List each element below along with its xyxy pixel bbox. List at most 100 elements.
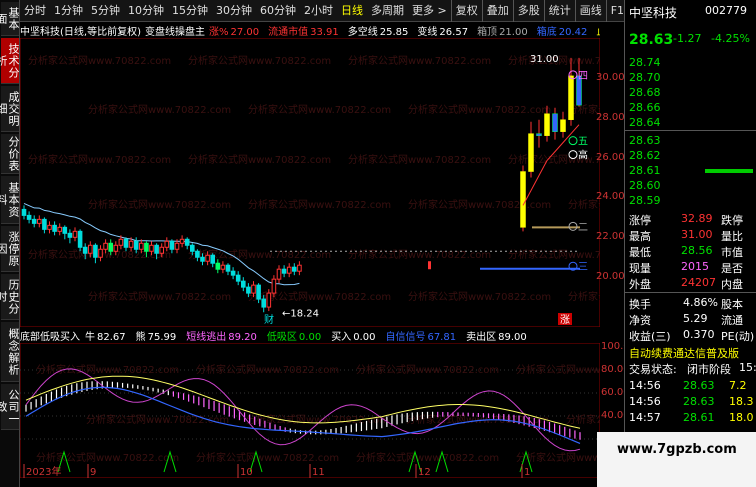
notice-row[interactable]: 自动续费通达信普及版	[625, 345, 756, 361]
watermark-text: 分析家公式网www.70822.com	[248, 198, 391, 211]
sub-chart-header: 底部低吸买入 牛 82.67 熊 75.99 短线逃出 89.20 低吸区 0.00 买入 0.0…	[20, 327, 600, 343]
price-tick: 20.00	[596, 271, 625, 282]
left-tab-0[interactable]: 基本面	[0, 2, 20, 36]
order-row-sell[interactable]: 28.70	[625, 71, 756, 85]
period-tab-5[interactable]: 30分钟	[212, 0, 256, 22]
watermark-text: 分析家公式网www.70822.com	[508, 248, 600, 261]
header-item-label: 箱底	[536, 26, 557, 38]
trade-state: 闭市阶段	[687, 363, 731, 376]
header-item-label: 涨%	[208, 26, 229, 38]
period-tab-6[interactable]: 60分钟	[256, 0, 300, 22]
stats-key-2: 股本	[721, 298, 743, 311]
quote-key-2: 市值	[721, 246, 743, 259]
notice-text[interactable]: 自动续费通达信普及版	[629, 345, 739, 361]
order-price: 28.64	[629, 116, 661, 129]
header-item-0: 涨% 27.00	[209, 27, 263, 38]
watermark-text: 分析家公式网www.70822.com	[408, 198, 551, 211]
order-price: 28.70	[629, 71, 661, 84]
sub-chart[interactable]: 分析家公式网www.70822.com 分析家公式网www.70822.com 分析…	[20, 343, 600, 478]
tick-volume: 7.2	[729, 379, 747, 392]
price-change: -1.27	[673, 32, 702, 45]
period-tab-7[interactable]: 2小时	[300, 0, 337, 22]
order-row-sell[interactable]: 28.68	[625, 86, 756, 100]
left-tab-6[interactable]: 历史分时	[0, 274, 20, 320]
header-item-value: 26.57	[439, 26, 469, 38]
toolbar-action-4[interactable]: 画线	[574, 0, 606, 22]
quote-key: 外盘	[629, 278, 651, 291]
order-price: 28.62	[629, 149, 661, 162]
date-tick: 11	[309, 464, 325, 478]
chart-title: 中坚科技(日线,等比前复权)	[20, 26, 141, 38]
period-tab-2[interactable]: 5分钟	[87, 0, 124, 22]
quote-value: 31.00	[681, 228, 713, 241]
sub-item-1: 熊 75.99	[136, 332, 182, 343]
order-row-buy[interactable]: 28.63	[625, 134, 756, 148]
stats-row: 收益(三) 0.370 PE(动)	[625, 328, 756, 343]
tick-time: 14:56	[629, 395, 661, 408]
period-tab-8[interactable]: 日线	[337, 0, 367, 22]
svg-text:五: 五	[578, 137, 588, 148]
indicator-name[interactable]: 变盘线操盘主	[145, 23, 205, 38]
toolbar-action-2[interactable]: 多股	[512, 0, 544, 22]
period-tab-1[interactable]: 1分钟	[50, 0, 87, 22]
toolbar-action-0[interactable]: 复权	[450, 0, 482, 22]
period-tab-4[interactable]: 15分钟	[168, 0, 212, 22]
sub-item-3: 低吸区 0.00	[267, 332, 326, 343]
left-tab-4[interactable]: 基本资料	[0, 176, 20, 224]
watermark-text: 分析家公式网www.70822.com	[36, 451, 179, 464]
header-item-label: 箱顶	[477, 26, 498, 38]
toolbar-action-1[interactable]: 叠加	[481, 0, 513, 22]
period-tab-3[interactable]: 10分钟	[124, 0, 168, 22]
left-tab-2[interactable]: 成交明细	[0, 86, 20, 132]
left-tab-3[interactable]: 分价表	[1, 134, 20, 174]
sub-chart-title[interactable]: 底部低吸买入	[20, 328, 80, 343]
left-tab-5[interactable]: 涨停原因	[0, 226, 20, 272]
order-row-sell[interactable]: 28.66	[625, 101, 756, 115]
svg-text:10: 10	[240, 467, 253, 478]
watermark-text: 分析家公式网www.70822.com	[408, 103, 551, 116]
watermark-text: 分析家公式网www.70822.com	[88, 290, 231, 303]
order-row-buy[interactable]: 28.61	[625, 164, 756, 178]
sub-item-label: 买入	[331, 331, 352, 343]
period-tab-0[interactable]: 分时	[20, 0, 50, 22]
sub-item-label: 低吸区	[266, 331, 297, 343]
date-tick: 1	[521, 464, 530, 478]
watermark-text: 分析家公式网www.70822.com	[356, 451, 499, 464]
quote-value: 32.89	[681, 212, 713, 225]
period-tab-9[interactable]: 多周期	[367, 0, 408, 22]
watermark-text: 分析家公式网www.70822.com	[196, 363, 339, 376]
watermark-text: 分析家公式网www.70822.com	[88, 198, 231, 211]
fin-marker[interactable]: 财	[264, 313, 274, 326]
quote-key-2: 内盘	[721, 278, 743, 291]
chart-header-items: 涨% 27.00 流通市值 33.91 多空线 25.85 变线 26.57 箱顶 21.00 箱底…	[209, 23, 600, 38]
left-tab-1[interactable]: 技术分析	[0, 38, 20, 84]
order-divider	[625, 130, 756, 131]
order-row-sell[interactable]: 28.74	[625, 56, 756, 70]
quote-value: 2015	[681, 260, 709, 273]
tick-volume: 18.0	[729, 411, 754, 424]
header-item-3: 变线 26.57	[417, 27, 472, 38]
quote-key: 涨停	[629, 214, 651, 227]
svg-text:二: 二	[578, 222, 588, 233]
zhang-marker[interactable]: 涨	[560, 314, 570, 326]
quote-row: 外盘 24207 内盘	[625, 276, 756, 291]
sub-item-6: 卖出区 89.00	[466, 332, 532, 343]
toolbar-action-3[interactable]: 统计	[543, 0, 575, 22]
left-tab-8[interactable]: 公司一致	[0, 384, 20, 430]
date-tick: 12	[415, 464, 431, 478]
stats-key: 净资	[629, 314, 651, 327]
quote-row: 最低 28.56 市值	[625, 244, 756, 259]
main-chart[interactable]: 分析家公式网www.70822.com 分析家公式网www.70822.com 分析…	[20, 38, 600, 327]
quote-key: 最低	[629, 246, 651, 259]
sub-item-value: 89.00	[498, 331, 527, 343]
left-tab-7[interactable]: 概念解析	[1, 322, 20, 382]
order-row-buy[interactable]: 28.59	[625, 194, 756, 208]
stats-divider	[625, 292, 756, 293]
header-item-6: 止损26	[596, 27, 600, 38]
order-row-buy[interactable]: 28.60	[625, 179, 756, 193]
period-tab-10[interactable]: 更多 >	[408, 0, 451, 22]
order-row-buy[interactable]: 28.62	[625, 149, 756, 163]
quote-row: 涨停 32.89 跌停	[625, 212, 756, 227]
order-row-sell[interactable]: 28.64	[625, 116, 756, 130]
tick-time: 14:57	[629, 411, 661, 424]
